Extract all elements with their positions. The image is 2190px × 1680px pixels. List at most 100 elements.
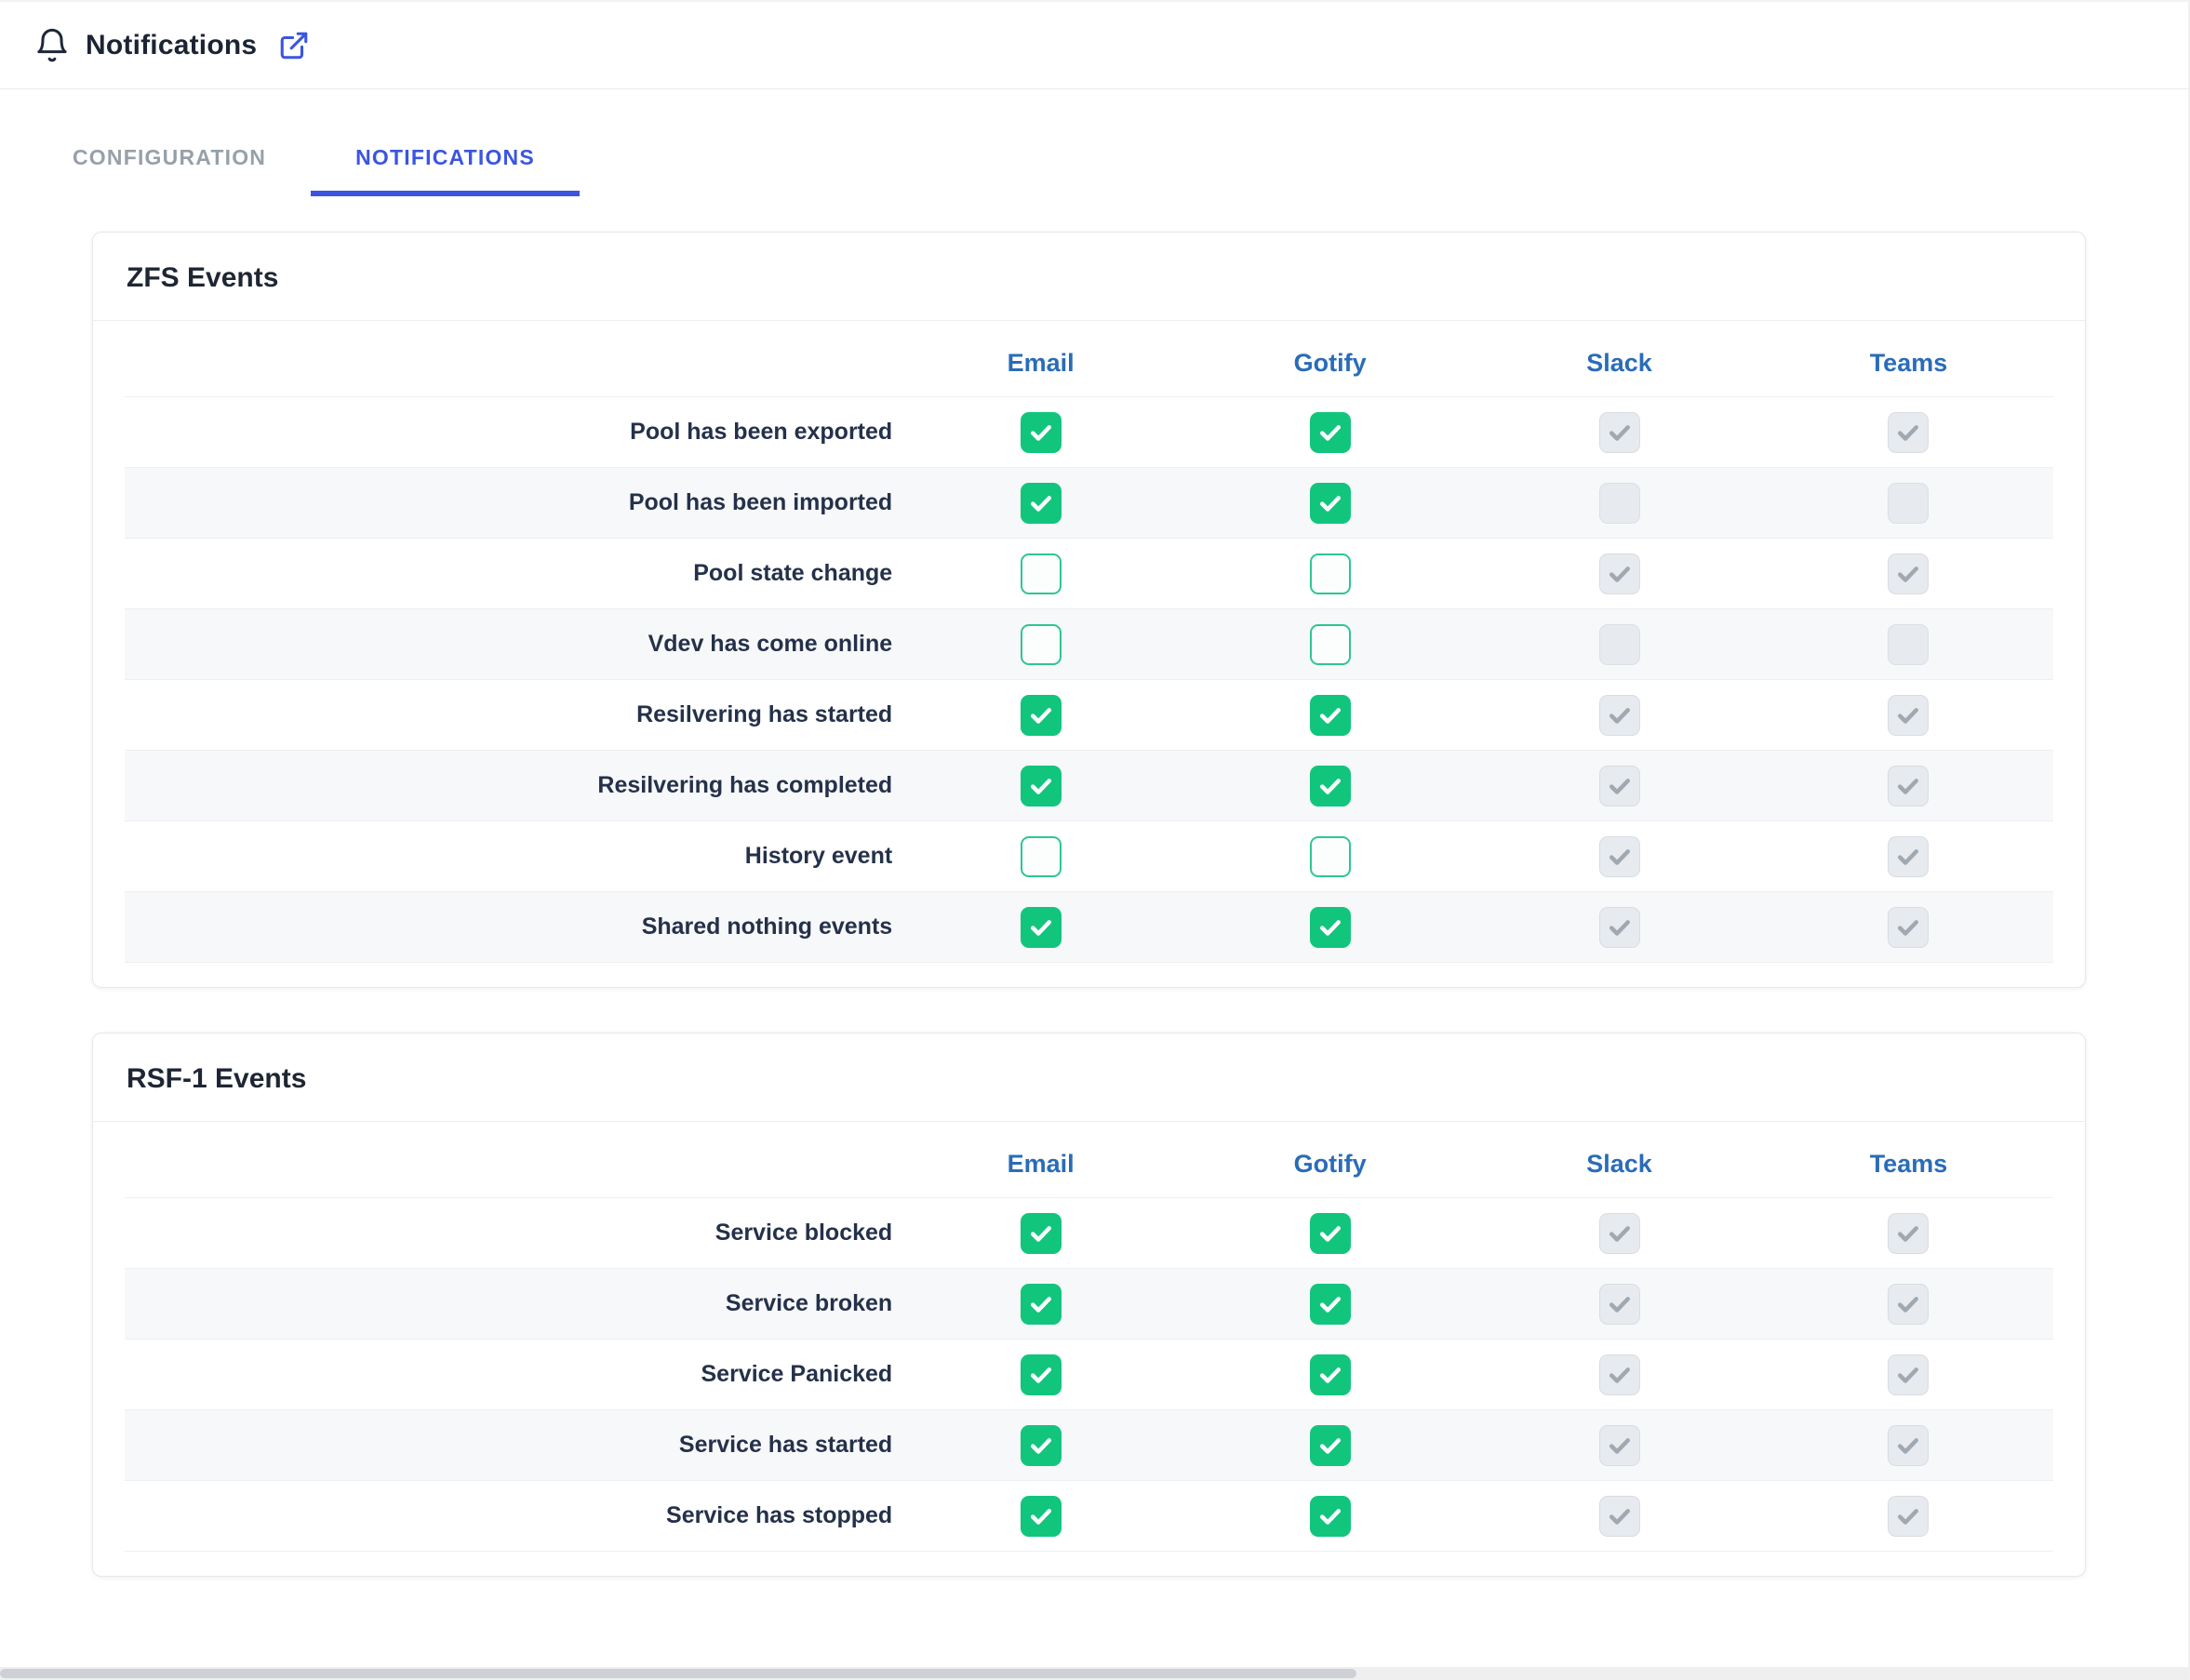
checkbox-cell (896, 412, 1185, 453)
email-checkbox[interactable] (1021, 836, 1062, 877)
email-checkbox[interactable] (1021, 766, 1062, 807)
checkbox-cell (1475, 1354, 1764, 1395)
gotify-checkbox[interactable] (1310, 412, 1351, 453)
checkbox-cell (1185, 836, 1475, 877)
checkbox-cell (1475, 1213, 1764, 1254)
table-row: Pool has been imported (125, 468, 2053, 539)
check-icon (1027, 489, 1055, 517)
slack-checkbox (1599, 1496, 1640, 1537)
check-icon (1316, 772, 1344, 800)
email-checkbox[interactable] (1021, 1496, 1062, 1537)
gotify-checkbox[interactable] (1310, 836, 1351, 877)
horizontal-scrollbar-thumb[interactable] (0, 1669, 1356, 1678)
column-header-gotify: Gotify (1185, 1150, 1475, 1179)
gotify-checkbox[interactable] (1310, 1496, 1351, 1537)
email-checkbox[interactable] (1021, 483, 1062, 524)
checkbox-cell (1764, 836, 2053, 877)
horizontal-scrollbar[interactable] (0, 1667, 2188, 1680)
gotify-checkbox[interactable] (1310, 907, 1351, 948)
email-checkbox[interactable] (1021, 553, 1062, 594)
zfs-events-card: ZFS Events EmailGotifySlackTeamsPool has… (92, 232, 2086, 988)
gotify-checkbox[interactable] (1310, 624, 1351, 665)
table-header-row: EmailGotifySlackTeams (125, 1131, 2053, 1198)
email-checkbox[interactable] (1021, 695, 1062, 736)
check-icon (1316, 1502, 1344, 1530)
column-header-email: Email (896, 349, 1185, 378)
check-icon (1027, 772, 1055, 800)
gotify-checkbox[interactable] (1310, 553, 1351, 594)
checkbox-cell (1185, 553, 1475, 594)
check-icon (1606, 1432, 1634, 1460)
gotify-checkbox[interactable] (1310, 1213, 1351, 1254)
gotify-checkbox[interactable] (1310, 483, 1351, 524)
checkbox-cell (1475, 907, 1764, 948)
tab-bar: CONFIGURATION NOTIFICATIONS (0, 128, 2188, 196)
rsf1-events-card: RSF-1 Events EmailGotifySlackTeams Servic… (92, 1033, 2086, 1577)
bell-icon (33, 27, 71, 64)
checkbox-cell (896, 1496, 1185, 1537)
checkbox-cell (1475, 1284, 1764, 1325)
checkbox-cell (896, 553, 1185, 594)
event-label: Resilvering has started (125, 701, 896, 728)
gotify-checkbox[interactable] (1310, 766, 1351, 807)
column-header-slack: Slack (1475, 1150, 1764, 1179)
check-icon (1316, 913, 1344, 941)
event-label: Pool state change (125, 560, 896, 587)
notifications-content: ZFS Events EmailGotifySlackTeamsPool has… (0, 196, 2188, 1577)
checkbox-cell (1475, 1496, 1764, 1537)
slack-checkbox (1599, 412, 1640, 453)
checkbox-cell (896, 483, 1185, 524)
rsf1-events-table: EmailGotifySlackTeams Service blocked Serv… (93, 1122, 2085, 1576)
check-icon (1894, 1502, 1922, 1530)
checkbox-cell (1475, 624, 1764, 665)
checkbox-cell (1764, 624, 2053, 665)
email-checkbox[interactable] (1021, 1213, 1062, 1254)
gotify-checkbox[interactable] (1310, 695, 1351, 736)
email-checkbox[interactable] (1021, 624, 1062, 665)
page-title: Notifications (86, 30, 257, 61)
gotify-checkbox[interactable] (1310, 1354, 1351, 1395)
event-label: Pool has been imported (125, 489, 896, 516)
tab-notifications[interactable]: NOTIFICATIONS (311, 128, 580, 196)
slack-checkbox (1599, 907, 1640, 948)
teams-checkbox (1888, 836, 1929, 877)
slack-checkbox (1599, 1284, 1640, 1325)
table-row: Pool state change (125, 539, 2053, 609)
check-icon (1894, 843, 1922, 871)
column-header-teams: Teams (1764, 349, 2053, 378)
email-checkbox[interactable] (1021, 907, 1062, 948)
email-checkbox[interactable] (1021, 1425, 1062, 1466)
gotify-checkbox[interactable] (1310, 1284, 1351, 1325)
gotify-checkbox[interactable] (1310, 1425, 1351, 1466)
checkbox-cell (896, 1213, 1185, 1254)
slack-checkbox (1599, 695, 1640, 736)
email-checkbox[interactable] (1021, 1354, 1062, 1395)
table-row: Service has started (125, 1410, 2053, 1481)
open-in-new-icon[interactable] (277, 29, 311, 62)
checkbox-cell (1764, 1213, 2053, 1254)
checkbox-cell (1185, 907, 1475, 948)
check-icon (1316, 1290, 1344, 1318)
teams-checkbox (1888, 483, 1929, 524)
table-row: Pool has been exported (125, 397, 2053, 468)
event-label: Vdev has come online (125, 631, 896, 658)
check-icon (1606, 772, 1634, 800)
checkbox-cell (1475, 766, 1764, 807)
check-icon (1606, 1502, 1634, 1530)
check-icon (1606, 560, 1634, 588)
event-label: Service broken (125, 1290, 896, 1317)
checkbox-cell (1764, 766, 2053, 807)
card-title-rsf1-events: RSF-1 Events (93, 1033, 2085, 1122)
check-icon (1894, 772, 1922, 800)
checkbox-cell (1185, 766, 1475, 807)
check-icon (1027, 701, 1055, 729)
event-label: Service has started (125, 1432, 896, 1459)
email-checkbox[interactable] (1021, 1284, 1062, 1325)
event-label: Service blocked (125, 1220, 896, 1247)
table-row: Service blocked (125, 1198, 2053, 1269)
email-checkbox[interactable] (1021, 412, 1062, 453)
checkbox-cell (1475, 553, 1764, 594)
table-row: Resilvering has started (125, 680, 2053, 751)
tab-configuration[interactable]: CONFIGURATION (28, 128, 311, 196)
checkbox-cell (896, 836, 1185, 877)
